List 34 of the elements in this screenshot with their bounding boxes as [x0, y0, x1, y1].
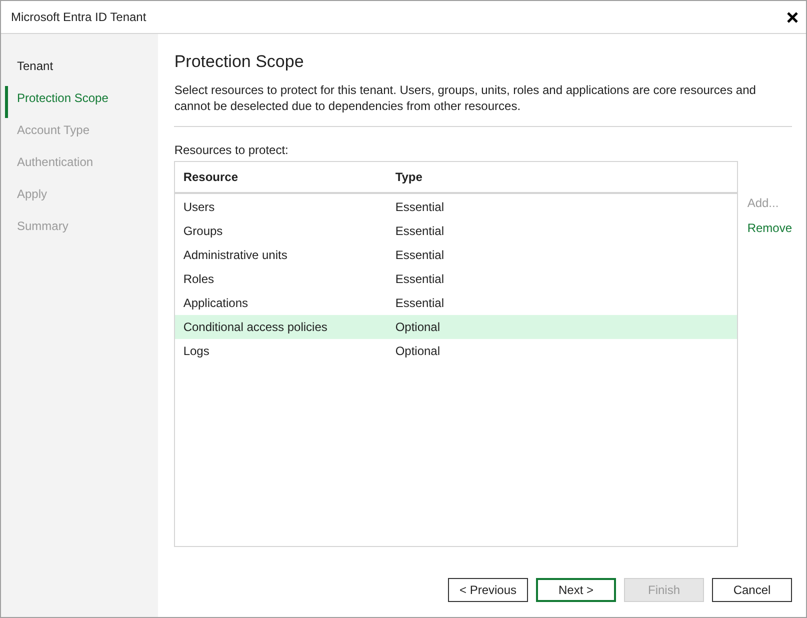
window-title: Microsoft Entra ID Tenant — [11, 10, 146, 24]
table-cell: Users — [183, 200, 215, 214]
table-cell: Essential — [395, 200, 444, 214]
wizard-step[interactable]: Protection Scope — [5, 86, 158, 118]
page-heading: Protection Scope — [174, 52, 304, 72]
table-cell: Essential — [395, 224, 444, 238]
description-text: Select resources to protect for this tenant. Users, groups, units, roles and applications are core resources and cannot be deselected due to dependencies from other resources. — [174, 82, 757, 114]
table-cell: Conditional access policies — [183, 320, 328, 334]
dialog-button[interactable]: Cancel — [712, 578, 792, 602]
table-cell: Applications — [183, 296, 248, 310]
table-cell: Groups — [183, 224, 223, 238]
table-cell: Optional — [395, 320, 440, 334]
table-row[interactable]: Applications Essential — [175, 291, 738, 315]
table-cell: Optional — [395, 344, 440, 358]
column-header[interactable]: Resource — [183, 170, 238, 184]
list-label: Resources to protect: — [174, 143, 288, 157]
table-cell: Administrative units — [183, 248, 288, 262]
table-row[interactable]: Groups Essential — [175, 219, 738, 243]
close-icon[interactable] — [787, 12, 798, 22]
table-cell: Roles — [183, 272, 214, 286]
table-row[interactable]: Logs Optional — [175, 339, 738, 363]
table-row[interactable]: Conditional access policies Optional — [175, 315, 738, 339]
table-row[interactable]: Administrative units Essential — [175, 243, 738, 267]
dialog-button[interactable]: < Previous — [448, 578, 528, 602]
column-header[interactable]: Type — [395, 170, 422, 184]
wizard-step[interactable]: Tenant — [5, 54, 158, 86]
action-link[interactable]: Remove — [747, 221, 792, 235]
table-cell: Logs — [183, 344, 210, 358]
table-row[interactable]: Roles Essential — [175, 267, 738, 291]
table-cell: Essential — [395, 296, 444, 310]
table-cell: Essential — [395, 272, 444, 286]
table-row[interactable]: Users Essential — [175, 195, 738, 219]
table-cell: Essential — [395, 248, 444, 262]
dialog-button[interactable]: Next > — [536, 578, 616, 602]
